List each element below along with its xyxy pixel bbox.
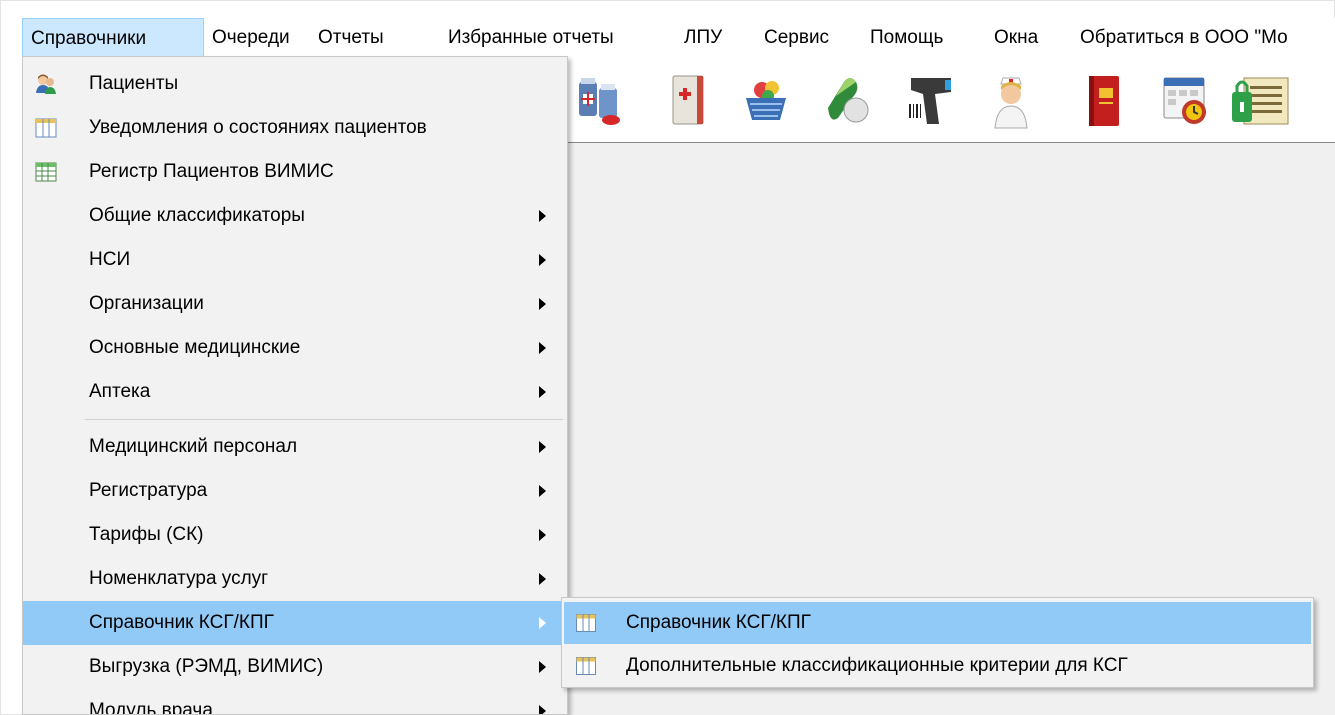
menu-item-label: Справочник КСГ/КПГ bbox=[89, 612, 274, 633]
menu-item-label: Уведомления о состояниях пациентов bbox=[89, 117, 427, 138]
menu-item-label: Выгрузка (РЭМД, ВИМИС) bbox=[89, 656, 324, 677]
menu-item-nsi[interactable]: НСИ bbox=[23, 238, 567, 282]
menu-item-service-nomenclature[interactable]: Номенклатура услуг bbox=[23, 557, 567, 601]
menu-item-patient-notifications[interactable]: Уведомления о состояниях пациентов bbox=[23, 106, 567, 150]
menubar-item-help[interactable]: Помощь bbox=[870, 18, 943, 58]
submenu-item-label: Справочник КСГ/КПГ bbox=[626, 612, 811, 633]
menu-separator bbox=[85, 419, 563, 420]
submenu-arrow-icon bbox=[539, 386, 546, 398]
menubar-item-spravochniki[interactable]: Справочники bbox=[22, 18, 204, 58]
menu-item-pharmacy[interactable]: Аптека bbox=[23, 370, 567, 414]
menubar-item-windows[interactable]: Окна bbox=[994, 18, 1038, 58]
menu-item-export-remd-vimis[interactable]: Выгрузка (РЭМД, ВИМИС) bbox=[23, 645, 567, 689]
table-icon bbox=[576, 657, 596, 675]
nurse-icon[interactable] bbox=[987, 68, 1035, 132]
submenu-arrow-icon bbox=[539, 342, 546, 354]
menubar-item-favorite-reports[interactable]: Избранные отчеты bbox=[448, 18, 614, 58]
submenu-arrow-icon bbox=[539, 573, 546, 585]
ksg-kpg-submenu: Справочник КСГ/КПГ Дополнительные класси… bbox=[561, 597, 1314, 688]
submenu-arrow-icon bbox=[539, 298, 546, 310]
menu-bar: Справочники Очереди Отчеты Избранные отч… bbox=[22, 18, 1335, 59]
menu-item-general-classifiers[interactable]: Общие классификаторы bbox=[23, 194, 567, 238]
submenu-item-ksg-kpg-directory[interactable]: Справочник КСГ/КПГ bbox=[564, 602, 1311, 644]
submenu-item-additional-ksg-criteria[interactable]: Дополнительные классификационные критери… bbox=[564, 645, 1311, 687]
menu-item-tariffs[interactable]: Тарифы (СК) bbox=[23, 513, 567, 557]
table-icon bbox=[35, 118, 57, 138]
menubar-item-contact[interactable]: Обратиться в ООО "Мо bbox=[1080, 18, 1288, 58]
submenu-arrow-icon bbox=[539, 441, 546, 453]
menu-item-label: Основные медицинские bbox=[89, 337, 301, 358]
menu-item-label: Пациенты bbox=[89, 73, 179, 94]
menu-item-organizations[interactable]: Организации bbox=[23, 282, 567, 326]
table-icon bbox=[576, 614, 596, 632]
menu-item-basic-medical[interactable]: Основные медицинские bbox=[23, 326, 567, 370]
medicines-icon[interactable] bbox=[575, 68, 623, 132]
schedule-icon[interactable] bbox=[1162, 68, 1210, 132]
menu-item-label: Аптека bbox=[89, 381, 151, 402]
menu-item-ksg-kpg-directory[interactable]: Справочник КСГ/КПГ bbox=[23, 601, 567, 645]
menu-item-label: Номенклатура услуг bbox=[89, 568, 269, 589]
menubar-item-lpu[interactable]: ЛПУ bbox=[684, 18, 722, 58]
submenu-arrow-icon bbox=[539, 705, 546, 714]
menu-item-label: Общие классификаторы bbox=[89, 205, 305, 226]
medical-book-icon[interactable] bbox=[665, 68, 713, 132]
basket-icon[interactable] bbox=[742, 68, 790, 132]
spreadsheet-icon bbox=[35, 162, 57, 182]
menu-item-doctor-module[interactable]: Модуль врача bbox=[23, 689, 567, 715]
submenu-arrow-icon bbox=[539, 617, 546, 629]
menu-item-label: Модуль врача bbox=[89, 700, 213, 715]
menu-item-label: Тарифы (СК) bbox=[89, 524, 204, 545]
menu-item-medical-staff[interactable]: Медицинский персонал bbox=[23, 425, 567, 469]
menu-item-label: Медицинский персонал bbox=[89, 436, 298, 457]
submenu-item-label: Дополнительные классификационные критери… bbox=[626, 655, 1128, 676]
menu-item-label: Регистр Пациентов ВИМИС bbox=[89, 161, 334, 182]
submenu-arrow-icon bbox=[539, 661, 546, 673]
red-book-icon[interactable] bbox=[1081, 68, 1129, 132]
menu-item-registry[interactable]: Регистратура bbox=[23, 469, 567, 513]
spravochniki-dropdown-menu: Пациенты Уведомления о состояниях пациен… bbox=[22, 56, 568, 715]
menu-item-label: НСИ bbox=[89, 249, 131, 270]
menubar-item-otchety[interactable]: Отчеты bbox=[318, 18, 384, 58]
submenu-arrow-icon bbox=[539, 210, 546, 222]
menubar-item-ocheredi[interactable]: Очереди bbox=[212, 18, 290, 58]
submenu-arrow-icon bbox=[539, 485, 546, 497]
patients-icon bbox=[36, 74, 56, 94]
menu-item-label: Регистратура bbox=[89, 480, 208, 501]
submenu-arrow-icon bbox=[539, 254, 546, 266]
menubar-item-service[interactable]: Сервис bbox=[764, 18, 829, 58]
menu-item-label: Организации bbox=[89, 293, 204, 314]
barcode-scanner-icon[interactable] bbox=[907, 68, 955, 132]
submenu-arrow-icon bbox=[539, 529, 546, 541]
menu-item-vimis-register[interactable]: Регистр Пациентов ВИМИС bbox=[23, 150, 567, 194]
pills-icon[interactable] bbox=[822, 68, 870, 132]
security-document-icon[interactable] bbox=[1230, 68, 1290, 132]
menu-item-patients[interactable]: Пациенты bbox=[23, 62, 567, 106]
